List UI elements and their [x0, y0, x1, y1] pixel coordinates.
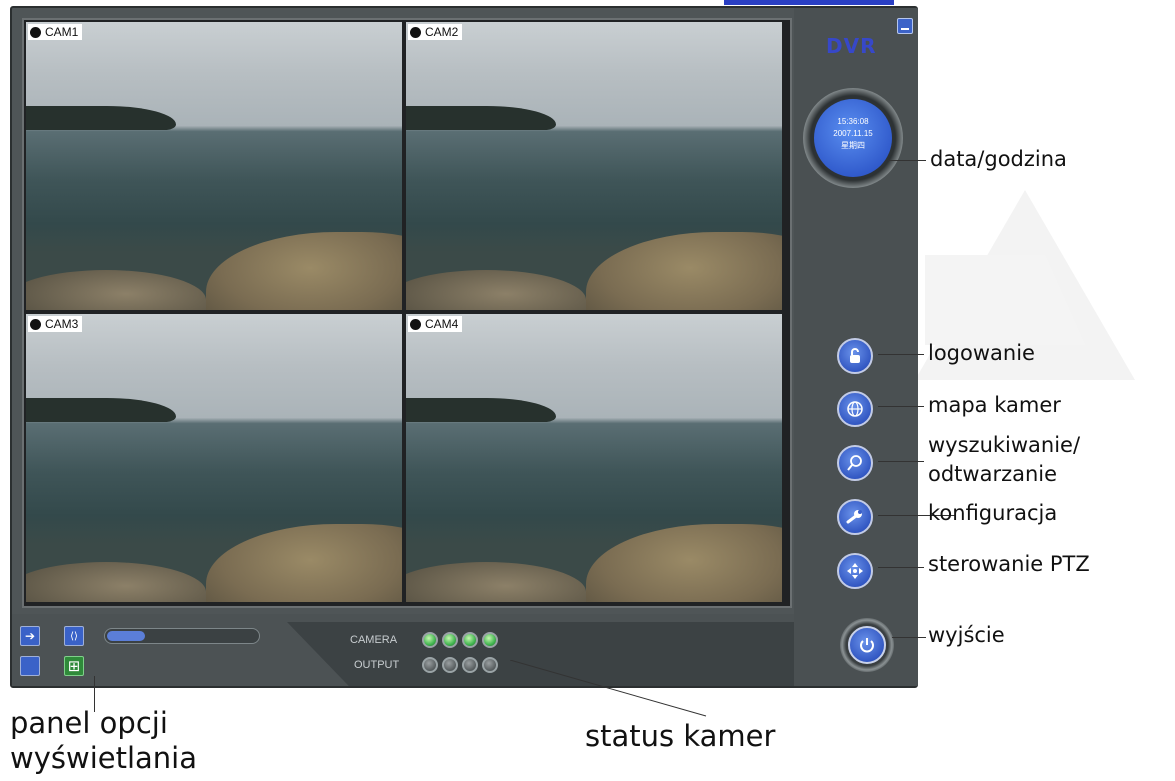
camera-grid: CAM1 CAM2 CAM3 CAM4	[22, 18, 792, 608]
ptz-annotation: sterowanie PTZ	[928, 552, 1090, 576]
display-options-annotation-line1: panel opcji	[10, 706, 168, 740]
display-slider[interactable]	[104, 628, 260, 644]
output-status-led	[422, 657, 438, 673]
camera-label: CAM1	[28, 24, 83, 40]
callout-line	[892, 637, 926, 638]
search-playback-button[interactable]	[837, 445, 873, 481]
clock-weekday: 星期四	[841, 141, 865, 150]
arrow-right-icon: ➔	[24, 629, 36, 643]
camera-status-annotation: status kamer	[585, 719, 776, 753]
login-button[interactable]	[837, 338, 873, 374]
configuration-button[interactable]	[837, 499, 873, 535]
config-annotation: konfiguracja	[928, 501, 1058, 525]
minimize-button[interactable]	[897, 18, 913, 34]
camera-label: CAM2	[408, 24, 463, 40]
quad-view-button[interactable]: ⊞	[64, 656, 84, 676]
camera-label: CAM3	[28, 316, 83, 332]
globe-icon	[847, 401, 863, 417]
power-icon	[860, 638, 874, 653]
search-annotation-line1: wyszukiwanie/	[928, 433, 1081, 457]
sequence-button[interactable]: ⟨⟩	[64, 626, 84, 646]
datetime-annotation: data/godzina	[930, 147, 1067, 171]
camera-status-led	[482, 632, 498, 648]
camera-status-led	[422, 632, 438, 648]
camera-view-4[interactable]: CAM4	[406, 314, 782, 602]
output-status-led	[442, 657, 458, 673]
camera-map-button[interactable]	[837, 391, 873, 427]
quad-grid-icon: ⊞	[67, 657, 81, 675]
camera-status-led	[442, 632, 458, 648]
output-status-led	[462, 657, 478, 673]
camera-status-label: CAMERA	[350, 634, 398, 646]
next-arrow-button[interactable]: ➔	[20, 626, 40, 646]
exit-annotation: wyjście	[928, 623, 1005, 647]
top-accent-strip	[724, 0, 894, 5]
callout-line	[888, 160, 926, 161]
exit-button[interactable]	[840, 618, 894, 672]
camera-label: CAM4	[408, 316, 463, 332]
ptz-arrows-icon	[847, 563, 863, 579]
record-dot-icon	[30, 26, 41, 38]
record-dot-icon	[410, 26, 421, 38]
wrench-icon	[846, 510, 862, 524]
camera-map-annotation: mapa kamer	[928, 393, 1061, 417]
callout-line	[510, 660, 707, 717]
clock-time: 15:36:08	[837, 117, 869, 126]
display-options-annotation-line2: wyświetlania	[10, 741, 198, 775]
record-dot-icon	[30, 318, 41, 330]
record-dot-icon	[410, 318, 421, 330]
single-view-button[interactable]	[20, 656, 40, 676]
clock-display: 15:36:08 2007.11.15 星期四	[814, 99, 892, 177]
dvr-window: CAM1 CAM2 CAM3 CAM4 ➔ ⟨⟩ ⊞ CAMERA OUTPUT…	[10, 6, 918, 688]
callout-line	[878, 406, 924, 407]
search-annotation-line2: odtwarzanie	[928, 462, 1058, 486]
camera-status-led	[462, 632, 478, 648]
camera-view-1[interactable]: CAM1	[26, 22, 402, 310]
ptz-control-button[interactable]	[837, 553, 873, 589]
login-annotation: logowanie	[928, 341, 1035, 365]
camera-view-2[interactable]: CAM2	[406, 22, 782, 310]
camera-view-3[interactable]: CAM3	[26, 314, 402, 602]
callout-line	[878, 567, 924, 568]
slider-handle[interactable]	[107, 631, 145, 641]
dvr-logo: DVR	[826, 34, 877, 58]
clock-date: 2007.11.15	[833, 129, 873, 138]
lock-icon	[850, 348, 860, 363]
control-sidebar: DVR 15:36:08 2007.11.15 星期四	[794, 8, 918, 686]
output-status-led	[482, 657, 498, 673]
callout-line	[878, 354, 924, 355]
callout-line	[878, 461, 924, 462]
cycle-icon: ⟨⟩	[70, 630, 78, 642]
output-status-label: OUTPUT	[354, 659, 400, 671]
search-icon	[847, 455, 862, 471]
